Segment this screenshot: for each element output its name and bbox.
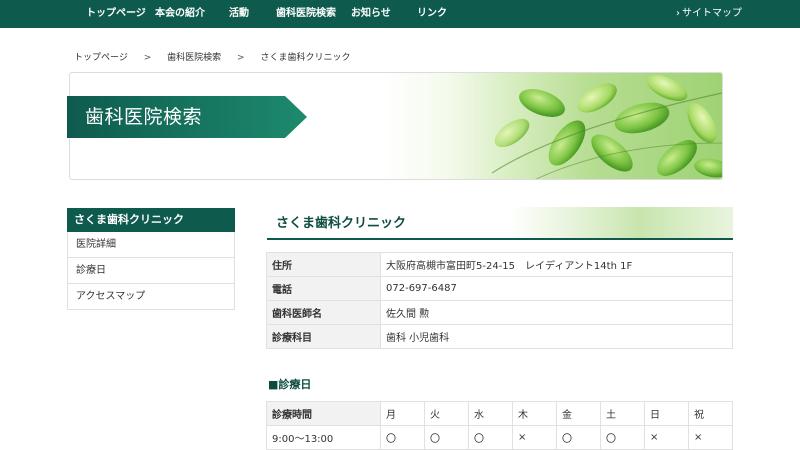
table-row: 電話 072-697-6487 — [266, 276, 733, 301]
sidebar-link-access-map[interactable]: アクセスマップ — [67, 284, 235, 310]
breadcrumb-separator: > — [237, 53, 245, 63]
schedule-mark: 〇 — [468, 425, 513, 450]
schedule-mark: 〇 — [380, 425, 425, 450]
nav-item-links[interactable]: リンク — [417, 0, 447, 28]
schedule-mark: 〇 — [556, 425, 601, 450]
sidebar-link-clinic-details[interactable]: 医院詳細 — [67, 232, 235, 258]
schedule-mark: × — [512, 425, 557, 450]
green-leaves-icon — [491, 75, 722, 179]
breadcrumb: トップページ > 歯科医院検索 > さくま歯科クリニック — [74, 50, 350, 63]
sidebar: さくま歯科クリニック 医院詳細 診療日 アクセスマップ — [67, 208, 235, 310]
nav-item-activities[interactable]: 活動 — [229, 0, 249, 28]
schedule-mark: 〇 — [424, 425, 469, 450]
info-label-dentist: 歯科医師名 — [266, 300, 381, 325]
nav-item-clinic-search[interactable]: 歯科医院検索 — [276, 0, 336, 28]
schedule-time: 9:00〜13:00 — [266, 425, 381, 450]
table-row: 診療科目 歯科 小児歯科 — [266, 324, 733, 349]
schedule-mark: × — [688, 425, 733, 450]
clinic-info-table: 住所 大阪府高槻市富田町5-24-15 レイディアント14th 1F 電話 07… — [266, 252, 733, 349]
day-holiday: 祝 — [688, 401, 733, 426]
info-value-specialties: 歯科 小児歯科 — [380, 324, 733, 349]
nav-item-news[interactable]: お知らせ — [351, 0, 391, 28]
breadcrumb-separator: > — [143, 53, 152, 63]
nav-item-about[interactable]: 本会の紹介 — [155, 0, 205, 28]
clinic-name: さくま歯科クリニック — [276, 216, 407, 231]
sidebar-link-consultation-days[interactable]: 診療日 — [67, 258, 235, 284]
breadcrumb-item-top[interactable]: トップページ — [74, 50, 128, 63]
breadcrumb-item-search[interactable]: 歯科医院検索 — [167, 50, 221, 63]
nav-item-top-page[interactable]: トップページ — [86, 0, 146, 28]
top-navigation: トップページ 本会の紹介 活動 歯科医院検索 お知らせ リンク › サイトマップ — [0, 0, 800, 28]
clinic-title-bar: さくま歯科クリニック — [267, 207, 733, 240]
schedule-mark: 〇 — [600, 425, 645, 450]
info-label-phone: 電話 — [266, 276, 381, 301]
day-thu: 木 — [512, 401, 557, 426]
info-value-address: 大阪府高槻市富田町5-24-15 レイディアント14th 1F — [380, 252, 733, 277]
breadcrumb-item-current: さくま歯科クリニック — [260, 53, 351, 63]
info-label-address: 住所 — [266, 252, 381, 277]
day-wed: 水 — [468, 401, 513, 426]
day-fri: 金 — [556, 401, 601, 426]
chevron-right-icon: › — [676, 8, 680, 19]
day-mon: 月 — [380, 401, 425, 426]
schedule-mark: × — [644, 425, 689, 450]
sidebar-heading: さくま歯科クリニック — [67, 208, 235, 232]
table-row: 9:00〜13:00 〇 〇 〇 × 〇 〇 × × — [266, 425, 733, 450]
schedule-heading: ■診療日 — [268, 378, 312, 391]
info-value-dentist: 佐久間 勲 — [380, 300, 733, 325]
schedule-header-label: 診療時間 — [266, 401, 381, 426]
day-tue: 火 — [424, 401, 469, 426]
info-value-phone: 072-697-6487 — [380, 276, 733, 301]
sitemap-label: サイトマップ — [682, 8, 742, 19]
table-row: 歯科医師名 佐久間 勲 — [266, 300, 733, 325]
hero-title-ribbon: 歯科医院検索 — [67, 96, 307, 138]
table-row: 住所 大阪府高槻市富田町5-24-15 レイディアント14th 1F — [266, 252, 733, 277]
day-sun: 日 — [644, 401, 689, 426]
sitemap-link[interactable]: › サイトマップ — [676, 0, 742, 28]
schedule-table: 診療時間 月 火 水 木 金 土 日 祝 9:00〜13:00 〇 〇 〇 × … — [266, 401, 733, 450]
hero-title: 歯科医院検索 — [85, 106, 203, 128]
day-sat: 土 — [600, 401, 645, 426]
info-label-specialties: 診療科目 — [266, 324, 381, 349]
table-row: 診療時間 月 火 水 木 金 土 日 祝 — [266, 401, 733, 426]
